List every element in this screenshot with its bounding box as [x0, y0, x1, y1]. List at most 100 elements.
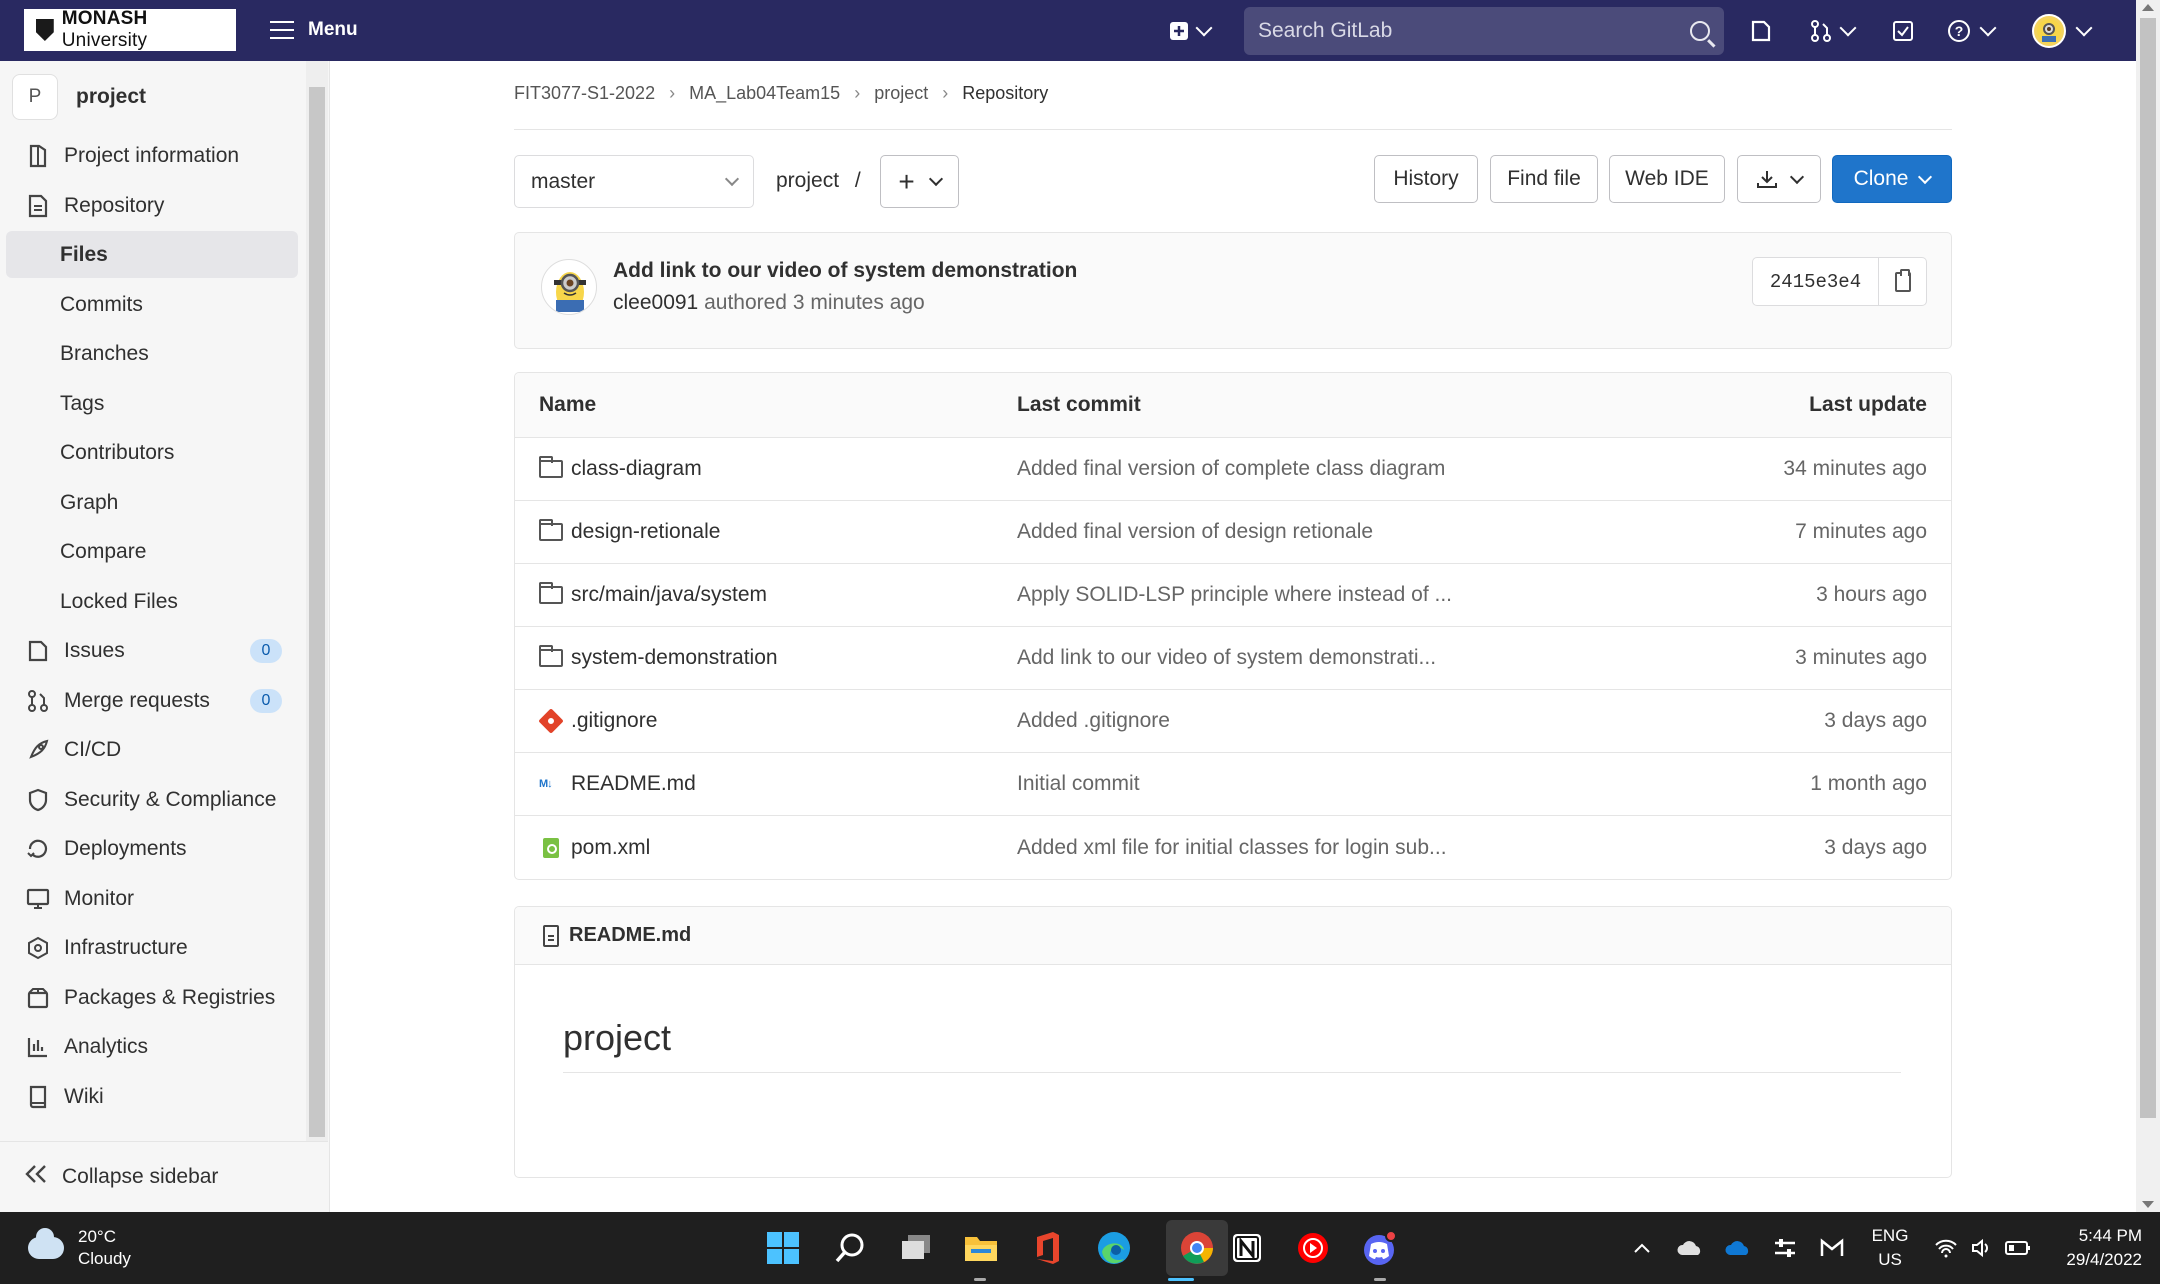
table-row[interactable]: src/main/java/system Apply SOLID-LSP pri… [515, 564, 1951, 627]
sidebar-item-packages-registries[interactable]: Packages & Registries [6, 974, 298, 1021]
file-name[interactable]: system-demonstration [571, 646, 778, 670]
branch-select[interactable]: master [514, 155, 754, 208]
discord-icon[interactable] [1359, 1228, 1399, 1268]
commit-message[interactable]: Added xml file for initial classes for l… [1017, 816, 1447, 879]
mail-app-icon[interactable] [1812, 1228, 1852, 1268]
chevron-down-icon[interactable] [1195, 19, 1213, 37]
sidebar-scrollbar-thumb[interactable] [309, 87, 325, 1137]
edge-icon[interactable] [1094, 1228, 1134, 1268]
issues-icon[interactable] [1746, 16, 1776, 46]
commit-title[interactable]: Add link to our video of system demonstr… [613, 259, 1077, 283]
collapse-sidebar-button[interactable]: Collapse sidebar [0, 1141, 328, 1211]
chrome-icon[interactable] [1177, 1228, 1217, 1268]
language-indicator[interactable]: ENG US [1870, 1224, 1910, 1272]
chevron-down-icon[interactable] [2075, 19, 2093, 37]
find-file-button[interactable]: Find file [1490, 155, 1598, 203]
commit-message[interactable]: Initial commit [1017, 753, 1140, 815]
scroll-up-icon[interactable] [2142, 4, 2154, 11]
file-name[interactable]: class-diagram [571, 457, 702, 481]
onedrive-personal-icon[interactable] [1670, 1228, 1710, 1268]
sidebar-item-repository[interactable]: Repository [6, 182, 298, 229]
sidebar-item-locked-files[interactable]: Locked Files [6, 578, 298, 625]
search-icon[interactable] [830, 1228, 870, 1268]
sidebar-item-project-information[interactable]: Project information [6, 132, 298, 179]
file-name[interactable]: design-retionale [571, 520, 720, 544]
table-row[interactable]: M↓ README.md Initial commit 1 month ago [515, 753, 1951, 816]
file-name[interactable]: README.md [571, 772, 696, 796]
commit-message[interactable]: Added final version of complete class di… [1017, 438, 1445, 500]
breadcrumb-item[interactable]: FIT3077-S1-2022 [514, 83, 655, 104]
sidebar-item-merge-requests[interactable]: Merge requests 0 [6, 677, 298, 724]
commit-message[interactable]: Add link to our video of system demonstr… [1017, 627, 1436, 689]
sidebar-item-issues[interactable]: Issues 0 [6, 627, 298, 674]
sidebar-item-commits[interactable]: Commits [6, 281, 298, 328]
table-row[interactable]: system-demonstration Add link to our vid… [515, 627, 1951, 690]
sidebar-item-contributors[interactable]: Contributors [6, 429, 298, 476]
file-name[interactable]: .gitignore [571, 709, 657, 733]
chevron-down-icon[interactable] [1979, 19, 1997, 37]
sidebar-item-monitor[interactable]: Monitor [6, 875, 298, 922]
wifi-icon[interactable] [1926, 1228, 1966, 1268]
sidebar-scrollbar[interactable] [306, 61, 328, 1141]
sidebar-item-files[interactable]: Files [6, 231, 298, 278]
merge-request-icon[interactable] [1806, 16, 1836, 46]
table-row[interactable]: pom.xml Added xml file for initial class… [515, 816, 1951, 879]
menu-button[interactable]: Menu [270, 14, 358, 46]
web-ide-button[interactable]: Web IDE [1609, 155, 1725, 203]
sidebar-item-branches[interactable]: Branches [6, 330, 298, 377]
search-input[interactable] [1258, 19, 1690, 43]
download-button[interactable] [1737, 155, 1821, 203]
monash-logo[interactable]: MONASH University [24, 8, 236, 51]
commit-author-avatar[interactable] [541, 259, 597, 315]
readme-filename[interactable]: README.md [569, 924, 691, 947]
history-button[interactable]: History [1374, 155, 1478, 203]
commit-sha[interactable]: 2415e3e4 [1752, 257, 1879, 306]
sidebar-project-header[interactable]: P project [12, 71, 146, 123]
chevron-down-icon[interactable] [1839, 19, 1857, 37]
sidebar-item-deployments[interactable]: Deployments [6, 825, 298, 872]
breadcrumb-item[interactable]: MA_Lab04Team15 [689, 83, 840, 104]
table-row[interactable]: design-retionale Added final version of … [515, 501, 1951, 564]
commit-message[interactable]: Added .gitignore [1017, 690, 1170, 752]
sidebar-item-graph[interactable]: Graph [6, 479, 298, 526]
sidebar-item-ci-cd[interactable]: CI/CD [6, 726, 298, 773]
commit-message[interactable]: Added final version of design retionale [1017, 501, 1373, 563]
sidebar-item-analytics[interactable]: Analytics [6, 1023, 298, 1070]
user-avatar[interactable] [2032, 14, 2066, 48]
sidebar-item-tags[interactable]: Tags [6, 380, 298, 427]
scrollbar-thumb[interactable] [2140, 18, 2156, 1118]
clone-button[interactable]: Clone [1832, 155, 1952, 203]
sidebar-item-infrastructure[interactable]: Infrastructure [6, 924, 298, 971]
weather-widget[interactable]: 20°C Cloudy [28, 1226, 131, 1270]
sidebar-item-wiki[interactable]: Wiki [6, 1073, 298, 1120]
scroll-down-icon[interactable] [2142, 1201, 2154, 1208]
todo-icon[interactable] [1888, 16, 1918, 46]
commit-message[interactable]: Apply SOLID-LSP principle where instead … [1017, 564, 1452, 626]
path-root[interactable]: project [776, 169, 839, 192]
settings-sliders-icon[interactable] [1765, 1228, 1805, 1268]
add-to-tree-button[interactable]: + [880, 155, 959, 208]
help-icon[interactable]: ? [1944, 16, 1974, 46]
new-item-icon[interactable] [1164, 16, 1194, 46]
breadcrumb-item[interactable]: project [874, 83, 928, 104]
chevron-up-icon[interactable] [1622, 1228, 1662, 1268]
office-icon[interactable] [1028, 1228, 1068, 1268]
windows-start-icon[interactable] [763, 1228, 803, 1268]
system-clock[interactable]: 5:44 PM 29/4/2022 [2052, 1224, 2142, 1272]
battery-icon[interactable] [1998, 1228, 2038, 1268]
youtube-music-icon[interactable] [1293, 1228, 1333, 1268]
file-explorer-icon[interactable] [961, 1228, 1001, 1268]
sidebar-item-security-compliance[interactable]: Security & Compliance [6, 776, 298, 823]
search-bar[interactable] [1244, 7, 1724, 55]
file-name[interactable]: pom.xml [571, 836, 650, 860]
table-row[interactable]: class-diagram Added final version of com… [515, 438, 1951, 501]
file-name[interactable]: src/main/java/system [571, 583, 767, 607]
task-view-icon[interactable] [896, 1228, 936, 1268]
notion-icon[interactable] [1227, 1228, 1267, 1268]
breadcrumb-current[interactable]: Repository [962, 83, 1048, 104]
onedrive-business-icon[interactable] [1718, 1228, 1758, 1268]
copy-sha-button[interactable] [1879, 257, 1927, 306]
table-row[interactable]: .gitignore Added .gitignore 3 days ago [515, 690, 1951, 753]
volume-icon[interactable] [1962, 1228, 2002, 1268]
page-scrollbar[interactable] [2136, 0, 2160, 1212]
